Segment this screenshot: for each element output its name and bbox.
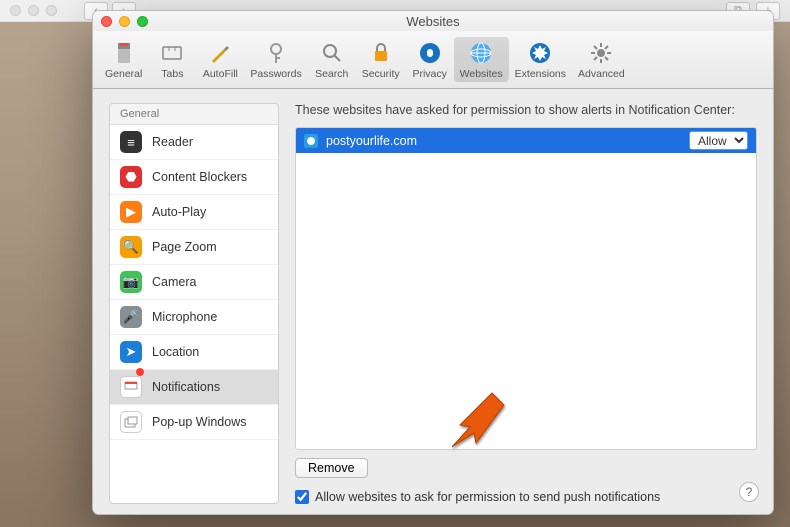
sidebar-item-label: Reader xyxy=(152,135,193,149)
toolbar-extensions[interactable]: Extensions xyxy=(509,37,572,82)
autofill-icon xyxy=(206,39,234,67)
sidebar-item-page-zoom[interactable]: 🔍 Page Zoom xyxy=(110,230,278,265)
permission-select[interactable]: Allow xyxy=(689,131,748,150)
sidebar-item-label: Location xyxy=(152,345,199,359)
remove-button[interactable]: Remove xyxy=(295,458,368,478)
toolbar-security[interactable]: Security xyxy=(356,37,406,82)
reader-icon: ≡ xyxy=(120,131,142,153)
extensions-icon xyxy=(526,39,554,67)
sidebar-header: General xyxy=(110,104,278,125)
website-domain: postyourlife.com xyxy=(326,134,689,148)
allow-ask-label: Allow websites to ask for permission to … xyxy=(315,490,660,504)
sidebar-item-popup[interactable]: Pop-up Windows xyxy=(110,405,278,440)
toolbar-label: Privacy xyxy=(412,68,446,80)
favicon-icon xyxy=(304,134,318,148)
toolbar-autofill[interactable]: AutoFill xyxy=(196,37,244,82)
zoom-button[interactable] xyxy=(137,16,148,27)
outer-traffic-lights xyxy=(10,5,57,16)
preferences-window: Websites General Tabs AutoFill Passwords… xyxy=(92,10,774,515)
websites-list[interactable]: postyourlife.com Allow xyxy=(295,127,757,450)
sidebar-item-notifications[interactable]: Notifications xyxy=(110,370,278,405)
passwords-icon xyxy=(262,39,290,67)
sidebar-item-microphone[interactable]: 🎤 Microphone xyxy=(110,300,278,335)
autoplay-icon: ▶ xyxy=(120,201,142,223)
tabs-icon xyxy=(158,39,186,67)
toolbar-websites[interactable]: Websites xyxy=(454,37,509,82)
content-area: General ≡ Reader ⬣ Content Blockers ▶ Auto-… xyxy=(93,89,773,514)
toolbar-label: Websites xyxy=(460,68,503,80)
toolbar-advanced[interactable]: Advanced xyxy=(572,37,631,82)
toolbar-label: Security xyxy=(362,68,400,80)
toolbar-passwords[interactable]: Passwords xyxy=(244,37,307,82)
security-icon xyxy=(367,39,395,67)
sidebar-item-label: Camera xyxy=(152,275,196,289)
toolbar-tabs[interactable]: Tabs xyxy=(148,37,196,82)
toolbar-label: General xyxy=(105,68,142,80)
websites-icon xyxy=(467,39,495,67)
sidebar-item-camera[interactable]: 📷 Camera xyxy=(110,265,278,300)
toolbar-label: Advanced xyxy=(578,68,625,80)
sidebar-item-reader[interactable]: ≡ Reader xyxy=(110,125,278,160)
description-text: These websites have asked for permission… xyxy=(295,103,757,117)
camera-icon: 📷 xyxy=(120,271,142,293)
allow-ask-row: Allow websites to ask for permission to … xyxy=(295,490,757,504)
sidebar-item-label: Pop-up Windows xyxy=(152,415,247,429)
sidebar-item-auto-play[interactable]: ▶ Auto-Play xyxy=(110,195,278,230)
search-icon xyxy=(318,39,346,67)
sidebar-item-content-blockers[interactable]: ⬣ Content Blockers xyxy=(110,160,278,195)
outer-dot xyxy=(28,5,39,16)
toolbar-label: Extensions xyxy=(515,68,566,80)
toolbar-search[interactable]: Search xyxy=(308,37,356,82)
content-blocker-icon: ⬣ xyxy=(120,166,142,188)
sidebar-item-label: Content Blockers xyxy=(152,170,247,184)
toolbar-label: Search xyxy=(315,68,348,80)
sidebar-item-label: Microphone xyxy=(152,310,217,324)
traffic-lights xyxy=(101,16,148,27)
outer-dot xyxy=(10,5,21,16)
notifications-icon xyxy=(120,376,142,398)
zoom-icon: 🔍 xyxy=(120,236,142,258)
privacy-icon xyxy=(416,39,444,67)
titlebar: Websites xyxy=(93,11,773,31)
toolbar-label: Tabs xyxy=(161,68,183,80)
allow-ask-checkbox[interactable] xyxy=(295,490,309,504)
advanced-icon xyxy=(587,39,615,67)
window-title: Websites xyxy=(93,14,773,29)
general-icon xyxy=(110,39,138,67)
preferences-toolbar: General Tabs AutoFill Passwords Search S… xyxy=(93,31,773,89)
microphone-icon: 🎤 xyxy=(120,306,142,328)
main-panel: These websites have asked for permission… xyxy=(295,103,757,504)
toolbar-label: AutoFill xyxy=(203,68,238,80)
close-button[interactable] xyxy=(101,16,112,27)
sidebar-item-location[interactable]: ➤ Location xyxy=(110,335,278,370)
location-icon: ➤ xyxy=(120,341,142,363)
website-row[interactable]: postyourlife.com Allow xyxy=(296,128,756,153)
sidebar-item-label: Auto-Play xyxy=(152,205,206,219)
remove-row: Remove xyxy=(295,458,757,478)
popup-icon xyxy=(120,411,142,433)
toolbar-label: Passwords xyxy=(250,68,301,80)
toolbar-privacy[interactable]: Privacy xyxy=(406,37,454,82)
sidebar-item-label: Page Zoom xyxy=(152,240,217,254)
outer-dot xyxy=(46,5,57,16)
help-button[interactable]: ? xyxy=(739,482,759,502)
minimize-button[interactable] xyxy=(119,16,130,27)
toolbar-general[interactable]: General xyxy=(99,37,148,82)
sidebar-item-label: Notifications xyxy=(152,380,220,394)
sidebar: General ≡ Reader ⬣ Content Blockers ▶ Auto-… xyxy=(109,103,279,504)
